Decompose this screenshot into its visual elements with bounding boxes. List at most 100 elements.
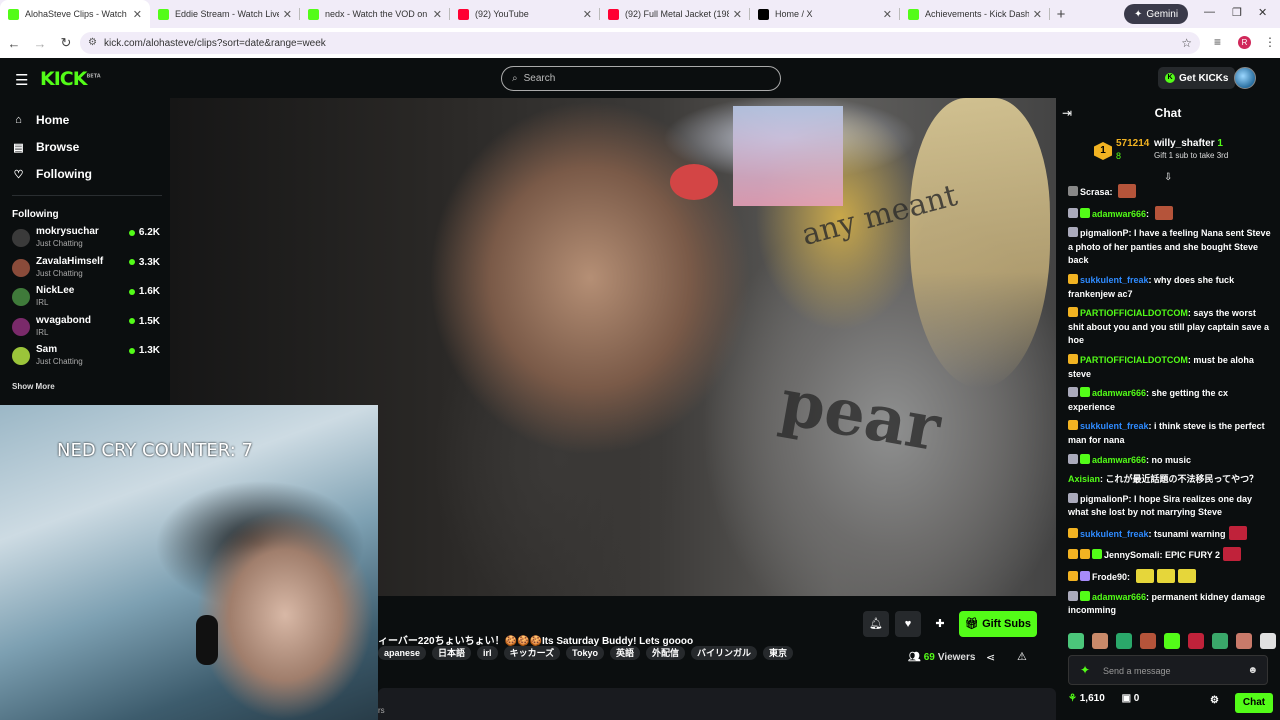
forward-icon[interactable]: → xyxy=(28,36,52,51)
nav-home[interactable]: ⌂ Home xyxy=(12,113,69,127)
site-info-icon[interactable]: ⚙ xyxy=(88,37,97,48)
chat-username[interactable]: pigmalionP xyxy=(1080,228,1129,238)
stream-tag[interactable]: 外配信 xyxy=(645,646,685,660)
emote-shortcut-icon[interactable] xyxy=(1116,633,1132,649)
gift-sub-cta[interactable]: Gift 1 sub to take 3rd xyxy=(1154,151,1228,160)
close-window-icon[interactable]: ✕ xyxy=(1258,6,1267,19)
chat-username[interactable]: adamwar666 xyxy=(1092,209,1146,219)
chat-username[interactable]: sukkulent_freak xyxy=(1080,529,1149,539)
user-badge-icon xyxy=(1068,207,1078,218)
followed-channel[interactable]: wvagabond IRL 1.5K xyxy=(12,315,160,343)
close-tab-icon[interactable]: ✕ xyxy=(133,8,142,21)
channel-name: mokrysuchar xyxy=(36,226,99,237)
close-tab-icon[interactable]: ✕ xyxy=(283,8,292,21)
chat-username[interactable]: adamwar666 xyxy=(1092,455,1146,465)
chat-username[interactable]: PARTIOFFICIALDOTCOM xyxy=(1080,355,1188,365)
emote-shortcut-icon[interactable] xyxy=(1188,633,1204,649)
followed-channel[interactable]: ZavalaHimself Just Chatting 3.3K xyxy=(12,256,160,284)
emote-shortcut-icon[interactable] xyxy=(1164,633,1180,649)
notification-bell-button[interactable]: 🔔︎ xyxy=(863,611,889,637)
stream-tag[interactable]: 東京 xyxy=(763,646,794,660)
chat-message-input[interactable]: ✦ Send a message ☻ xyxy=(1068,655,1268,685)
browser-tab[interactable]: Achievements - Kick Dashbo ✕ xyxy=(900,0,1050,28)
browser-menu-icon[interactable]: ⋮ xyxy=(1264,35,1276,49)
profile-avatar[interactable]: R xyxy=(1238,36,1251,49)
report-warning-icon[interactable]: ⚠ xyxy=(1017,650,1027,663)
share-icon[interactable]: ⋖ xyxy=(986,651,995,664)
tab-favicon-icon xyxy=(608,8,619,20)
chat-username[interactable]: adamwar666 xyxy=(1092,388,1146,398)
chat-emote-icon xyxy=(1156,569,1175,584)
chat-username[interactable]: Axisian xyxy=(1068,474,1100,484)
stream-tag[interactable]: Tokyo xyxy=(566,646,604,660)
chat-username[interactable]: sukkulent_freak xyxy=(1080,421,1149,431)
chat-username[interactable]: PARTIOFFICIALDOTCOM xyxy=(1080,308,1188,318)
leader-username[interactable]: willy_shafter 1 xyxy=(1154,138,1223,149)
user-badge-icon xyxy=(1092,549,1102,560)
emote-shortcut-icon[interactable] xyxy=(1260,633,1276,649)
bookmark-star-icon[interactable]: ☆ xyxy=(1181,36,1192,50)
chat-separator: : xyxy=(1146,208,1152,219)
tab-title: Eddie Stream - Watch Live on xyxy=(175,9,279,19)
chat-username[interactable]: pigmalionP xyxy=(1080,494,1129,504)
emote-shortcut-icon[interactable] xyxy=(1068,633,1084,649)
get-kicks-button[interactable]: K Get KICKs xyxy=(1158,67,1236,89)
send-chat-button[interactable]: Chat xyxy=(1235,693,1273,713)
followed-channel[interactable]: NickLee IRL 1.6K xyxy=(12,285,160,313)
stream-tag[interactable]: apanese xyxy=(378,646,427,660)
clip-button[interactable]: ✚ xyxy=(927,611,953,637)
emote-shortcut-icon[interactable] xyxy=(1212,633,1228,649)
new-tab-icon[interactable]: + xyxy=(1050,6,1072,23)
reading-list-icon[interactable]: ≡ xyxy=(1214,35,1221,49)
nav-following[interactable]: ♡ Following xyxy=(12,167,92,181)
stream-tag[interactable]: キッカーズ xyxy=(503,646,561,660)
emoji-picker-icon[interactable]: ☻ xyxy=(1247,665,1258,676)
follow-heart-button[interactable]: ♥ xyxy=(895,611,921,637)
stream-tag[interactable]: バイリンガル xyxy=(691,646,758,660)
expand-leaderboard-icon[interactable]: ⇩ xyxy=(1164,172,1172,183)
chat-username[interactable]: adamwar666 xyxy=(1092,592,1146,602)
close-tab-icon[interactable]: ✕ xyxy=(433,8,442,21)
browser-tab[interactable]: (92) YouTube ✕ xyxy=(450,0,600,28)
reload-icon[interactable]: ↻ xyxy=(54,35,78,51)
close-tab-icon[interactable]: ✕ xyxy=(1033,8,1042,21)
kick-logo[interactable]: KICKBETA xyxy=(40,68,101,90)
chat-username[interactable]: Frode90 xyxy=(1092,572,1127,582)
close-tab-icon[interactable]: ✕ xyxy=(883,8,892,21)
chat-username[interactable]: sukkulent_freak xyxy=(1080,275,1149,285)
gemini-button[interactable]: ✦ Gemini xyxy=(1124,4,1189,24)
chat-username[interactable]: JennySomali xyxy=(1104,550,1160,560)
gift-icon: 🎁︎ xyxy=(965,618,983,630)
user-avatar[interactable] xyxy=(1234,67,1256,89)
chat-text: EPIC FURY 2 xyxy=(1165,550,1221,561)
followed-channel[interactable]: Sam Just Chatting 1.3K xyxy=(12,344,160,372)
search-input[interactable]: ⌕ Search xyxy=(501,66,781,91)
menu-icon[interactable]: ☰ xyxy=(15,71,28,89)
url-field[interactable]: ⚙ kick.com/alohasteve/clips?sort=date&ra… xyxy=(80,32,1200,54)
chat-emote-icon xyxy=(1228,525,1247,540)
browser-tab[interactable]: Eddie Stream - Watch Live on ✕ xyxy=(150,0,300,28)
browser-tab[interactable]: AlohaSteve Clips - Watch ✕ xyxy=(0,0,150,28)
minimize-icon[interactable]: — xyxy=(1204,6,1215,18)
close-tab-icon[interactable]: ✕ xyxy=(733,8,742,21)
leader-sub-count: 8 xyxy=(1116,151,1122,161)
browser-tab[interactable]: nedx - Watch the VOD on Ki ✕ xyxy=(300,0,450,28)
user-badge-icon xyxy=(1068,387,1078,398)
maximize-icon[interactable]: ❐ xyxy=(1232,6,1242,19)
chat-settings-icon[interactable]: ⚙ xyxy=(1210,695,1219,706)
stream-tag[interactable]: 日本語 xyxy=(432,646,472,660)
nav-browse[interactable]: ▤ Browse xyxy=(12,140,79,154)
emote-shortcut-icon[interactable] xyxy=(1092,633,1108,649)
chat-username[interactable]: Scrasa xyxy=(1080,187,1110,197)
emote-shortcut-icon[interactable] xyxy=(1140,633,1156,649)
gift-subs-button[interactable]: 🎁︎ Gift Subs xyxy=(959,611,1037,637)
show-more-link[interactable]: Show More xyxy=(12,382,55,391)
close-tab-icon[interactable]: ✕ xyxy=(583,8,592,21)
browser-tab[interactable]: (92) Full Metal Jacket (1987) ✕ xyxy=(600,0,750,28)
stream-tag[interactable]: 英語 xyxy=(609,646,640,660)
back-icon[interactable]: ← xyxy=(2,36,26,51)
stream-tag[interactable]: irl xyxy=(477,646,498,660)
followed-channel[interactable]: mokrysuchar Just Chatting 6.2K xyxy=(12,226,160,254)
browser-tab[interactable]: Home / X ✕ xyxy=(750,0,900,28)
emote-shortcut-icon[interactable] xyxy=(1236,633,1252,649)
